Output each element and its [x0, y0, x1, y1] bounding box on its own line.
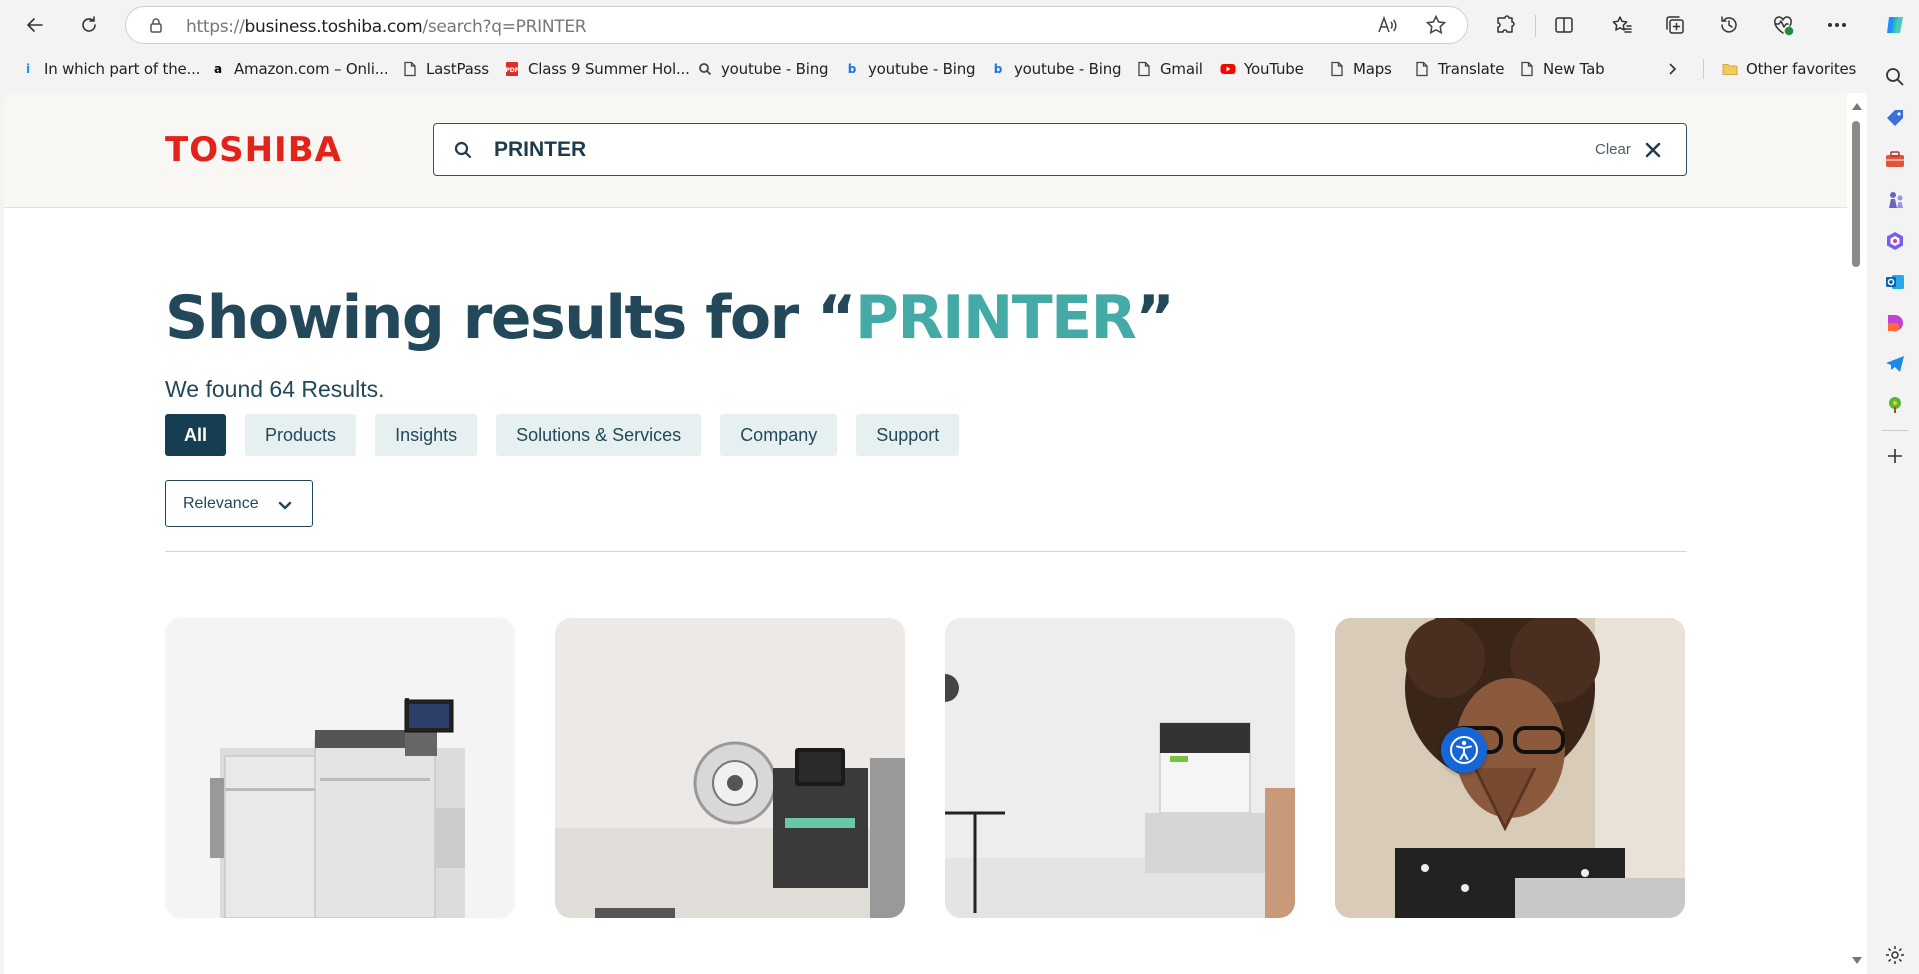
sort-selected-label: Relevance — [183, 494, 259, 512]
scrollbar-thumb[interactable] — [1852, 121, 1860, 267]
bookmark-item[interactable]: b youtube - Bing — [990, 59, 1122, 79]
tab-solutions-services[interactable]: Solutions & Services — [496, 414, 702, 456]
page-icon — [402, 61, 418, 77]
search-icon[interactable] — [1882, 64, 1908, 90]
collections-icon[interactable] — [1660, 10, 1690, 40]
bookmark-item[interactable]: PDF Class 9 Summer Hol... — [504, 59, 690, 79]
accessibility-button[interactable] — [1441, 727, 1487, 773]
bookmarks-overflow-button[interactable] — [1664, 59, 1688, 79]
shopping-tag-icon[interactable] — [1882, 105, 1908, 131]
filter-tabs: All Products Insights Solutions & Servic… — [165, 414, 978, 456]
bing-icon: b — [993, 62, 1003, 76]
clear-search-link[interactable]: Clear — [1595, 141, 1631, 158]
back-button[interactable] — [19, 9, 51, 41]
search-input[interactable] — [494, 135, 1494, 165]
tab-support[interactable]: Support — [856, 414, 960, 456]
results-divider — [165, 551, 1687, 552]
extensions-icon[interactable] — [1490, 10, 1520, 40]
youtube-icon — [1220, 61, 1236, 77]
page-icon — [1519, 61, 1535, 77]
bookmark-item[interactable]: YouTube — [1220, 59, 1304, 79]
refresh-button[interactable] — [73, 9, 105, 41]
bookmarks-bar: ⅰ In which part of the... a Amazon.com –… — [0, 50, 1870, 88]
tab-all[interactable]: All — [165, 414, 227, 456]
bing-icon: b — [847, 62, 857, 76]
favorite-star-icon[interactable] — [1425, 14, 1449, 38]
browser-essentials-icon[interactable] — [1768, 10, 1798, 40]
other-favorites-folder[interactable]: Other favorites — [1703, 59, 1856, 79]
bookmark-item[interactable]: b youtube - Bing — [844, 59, 976, 79]
address-bar[interactable]: https://business.toshiba.com/search?q=PR… — [125, 6, 1468, 44]
tree-icon[interactable] — [1882, 392, 1908, 418]
sidebar-divider — [1882, 430, 1908, 431]
result-card-image[interactable] — [1335, 618, 1685, 918]
pdf-icon: PDF — [504, 61, 520, 77]
bookmark-item[interactable]: Maps — [1329, 59, 1392, 79]
tab-products[interactable]: Products — [245, 414, 357, 456]
page-icon — [1414, 61, 1430, 77]
scroll-down-arrow-icon[interactable] — [1852, 957, 1862, 964]
results-count: We found 64 Results. — [165, 376, 385, 402]
chevron-right-icon — [1664, 61, 1680, 77]
bookmark-item[interactable]: Translate — [1414, 59, 1505, 79]
accessibility-icon — [1450, 736, 1478, 764]
result-card-image[interactable] — [165, 618, 515, 918]
designer-icon[interactable] — [1882, 310, 1908, 336]
bookmark-item[interactable]: LastPass — [402, 59, 489, 79]
bookmark-item[interactable]: youtube - Bing — [697, 59, 829, 79]
stressed-woman-photo — [1335, 618, 1685, 918]
games-chess-icon[interactable] — [1882, 187, 1908, 213]
copilot-icon[interactable] — [1882, 12, 1908, 38]
outlook-icon[interactable] — [1882, 269, 1908, 295]
sort-dropdown[interactable]: Relevance — [165, 480, 313, 527]
lock-icon — [148, 17, 164, 33]
svg-text:PDF: PDF — [506, 67, 519, 74]
site-header: TOSHIBA Clear — [4, 93, 1847, 208]
read-aloud-icon[interactable] — [1376, 14, 1400, 38]
results-heading: Showing results for “PRINTER” — [165, 283, 1175, 353]
tools-briefcase-icon[interactable] — [1882, 146, 1908, 172]
close-icon[interactable] — [1641, 138, 1665, 162]
browser-toolbar: https://business.toshiba.com/search?q=PR… — [0, 0, 1919, 50]
amazon-icon: a — [214, 62, 222, 76]
result-card-image[interactable] — [555, 618, 905, 918]
bookmark-item[interactable]: a Amazon.com – Onli... — [210, 59, 389, 79]
tab-company[interactable]: Company — [720, 414, 838, 456]
folder-icon — [1722, 61, 1738, 77]
search-icon — [697, 61, 713, 77]
history-icon[interactable] — [1714, 10, 1744, 40]
toshiba-logo[interactable]: TOSHIBA — [165, 130, 342, 170]
printer-product-image — [210, 698, 465, 918]
scroll-up-arrow-icon[interactable] — [1852, 103, 1862, 110]
search-query-highlight: PRINTER — [855, 283, 1137, 353]
microsoft-start-icon: ⅰ — [26, 62, 30, 76]
add-sidebar-app-icon[interactable] — [1882, 443, 1908, 469]
edge-sidebar — [1870, 0, 1919, 974]
back-arrow-icon — [27, 18, 43, 32]
search-icon — [452, 139, 474, 161]
result-card-image[interactable] — [945, 618, 1295, 918]
sidebar-settings-gear-icon[interactable] — [1882, 942, 1908, 968]
page-icon — [1136, 61, 1152, 77]
page-viewport: TOSHIBA Clear Showing results for “PRINT… — [4, 93, 1847, 974]
favorites-icon[interactable] — [1607, 10, 1637, 40]
desktop-printer-image — [945, 674, 1295, 918]
label-printer-image — [555, 741, 905, 918]
tab-insights[interactable]: Insights — [375, 414, 478, 456]
microsoft-365-icon[interactable] — [1882, 228, 1908, 254]
page-scrollbar[interactable] — [1847, 93, 1867, 974]
page-icon — [1329, 61, 1345, 77]
toolbar-divider — [1535, 15, 1536, 37]
address-url: https://business.toshiba.com/search?q=PR… — [186, 17, 587, 37]
more-menu-icon[interactable] — [1822, 10, 1852, 40]
split-screen-icon[interactable] — [1549, 10, 1579, 40]
bookmark-item[interactable]: New Tab — [1519, 59, 1605, 79]
search-box: Clear — [433, 123, 1687, 176]
send-telegram-icon[interactable] — [1882, 351, 1908, 377]
bookmark-item[interactable]: Gmail — [1136, 59, 1203, 79]
refresh-icon — [82, 16, 96, 32]
chevron-down-icon — [278, 501, 292, 510]
bookmark-item[interactable]: ⅰ In which part of the... — [20, 59, 200, 79]
